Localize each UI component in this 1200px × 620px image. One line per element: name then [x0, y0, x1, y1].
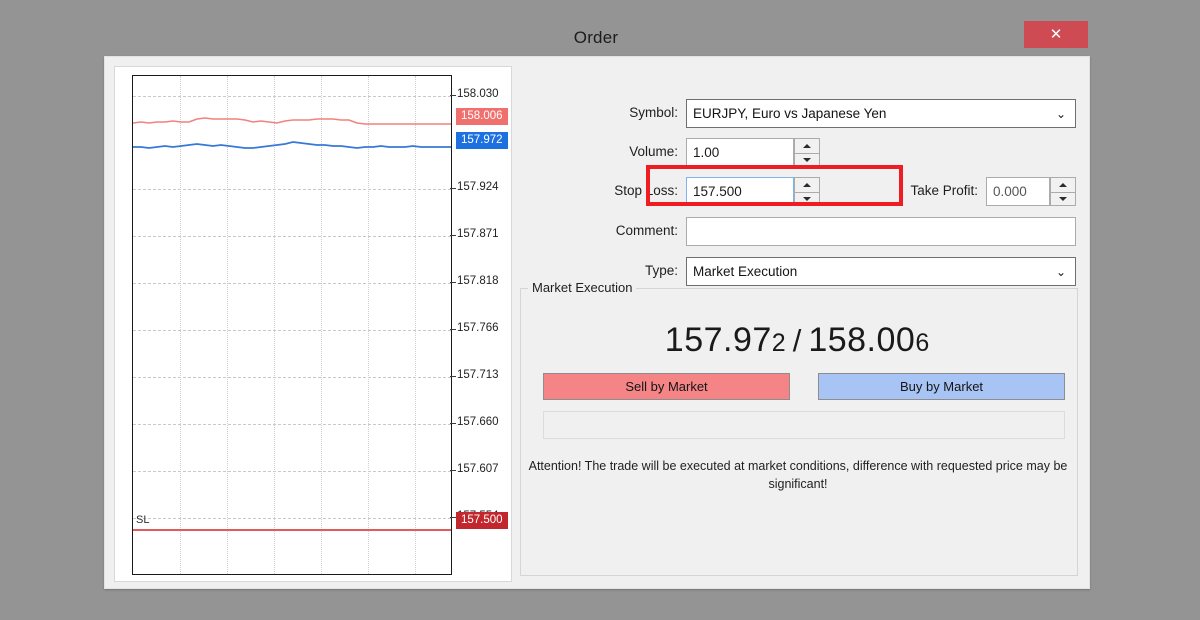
- price-tick: [450, 95, 456, 96]
- take-profit-input[interactable]: 0.000: [986, 177, 1050, 206]
- bid-price-badge: 157.972: [456, 132, 508, 149]
- volume-label: Volume:: [558, 144, 678, 159]
- bid-quote-last: 2: [772, 329, 786, 357]
- ask-quote-main: 158.00: [808, 321, 915, 359]
- attention-message: Attention! The trade will be executed at…: [528, 457, 1068, 493]
- bid-tick-line: [133, 135, 451, 157]
- volume-input[interactable]: 1.00: [686, 138, 794, 167]
- take-profit-stepper[interactable]: [1050, 177, 1076, 206]
- order-form: Symbol: EURJPY, Euro vs Japanese Yen ⌄ V…: [518, 66, 1080, 580]
- close-button[interactable]: ✕: [1024, 21, 1088, 48]
- tick-chart-plot[interactable]: SL: [132, 75, 452, 575]
- price-tick-label: 157.713: [457, 369, 499, 381]
- price-tick: [450, 188, 456, 189]
- buy-by-market-button[interactable]: Buy by Market: [818, 373, 1065, 400]
- volume-stepper[interactable]: [794, 138, 820, 167]
- symbol-label: Symbol:: [558, 105, 678, 120]
- bid-quote-main: 157.97: [665, 321, 772, 359]
- volume-row: Volume: 1.00: [518, 138, 1080, 168]
- stop-loss-stepper[interactable]: [794, 177, 820, 206]
- stop-loss-line: [133, 529, 451, 531]
- order-dialog: Order ✕: [95, 14, 1097, 591]
- ask-tick-line: [133, 111, 451, 133]
- comment-row: Comment:: [518, 217, 1080, 247]
- arrow-down-icon: [803, 158, 811, 162]
- price-scale[interactable]: 158.030 157.924 157.871 157.818 157.766 …: [450, 75, 510, 575]
- comment-label: Comment:: [558, 223, 678, 238]
- price-tick-label: 158.030: [457, 88, 499, 100]
- status-strip: [543, 411, 1065, 439]
- dialog-body: SL 158.030 157.924 157.871 157.818 157.7…: [104, 56, 1090, 589]
- price-tick: [450, 235, 456, 236]
- price-tick: [450, 470, 456, 471]
- price-tick-label: 157.924: [457, 181, 499, 193]
- price-tick: [450, 329, 456, 330]
- take-profit-stepper-down[interactable]: [1051, 192, 1075, 206]
- symbol-row: Symbol: EURJPY, Euro vs Japanese Yen ⌄: [518, 99, 1080, 129]
- stop-loss-chart-label: SL: [136, 514, 149, 526]
- stop-loss-input[interactable]: 157.500: [686, 177, 794, 206]
- ask-price-badge: 158.006: [456, 108, 508, 125]
- quote-separator: /: [786, 323, 809, 358]
- stop-loss-price-badge: 157.500: [456, 512, 508, 529]
- type-select[interactable]: Market Execution ⌄: [686, 257, 1076, 286]
- page-title: Order: [95, 28, 1097, 48]
- stop-loss-stepper-down[interactable]: [795, 192, 819, 206]
- arrow-down-icon: [1059, 197, 1067, 201]
- arrow-up-icon: [1059, 183, 1067, 187]
- symbol-select[interactable]: EURJPY, Euro vs Japanese Yen ⌄: [686, 99, 1076, 128]
- arrow-up-icon: [803, 183, 811, 187]
- sell-by-market-button[interactable]: Sell by Market: [543, 373, 790, 400]
- price-tick-label: 157.818: [457, 275, 499, 287]
- tick-chart-panel: SL 158.030 157.924 157.871 157.818 157.7…: [114, 66, 512, 582]
- take-profit-label: Take Profit:: [848, 183, 978, 198]
- price-tick-label: 157.766: [457, 322, 499, 334]
- arrow-down-icon: [803, 197, 811, 201]
- price-tick: [450, 423, 456, 424]
- volume-stepper-up[interactable]: [795, 139, 819, 154]
- ask-quote-last: 6: [915, 329, 929, 357]
- price-tick-label: 157.660: [457, 416, 499, 428]
- type-label: Type:: [558, 263, 678, 278]
- arrow-up-icon: [803, 144, 811, 148]
- take-profit-stepper-up[interactable]: [1051, 178, 1075, 193]
- type-value: Market Execution: [693, 264, 797, 279]
- close-icon: ✕: [1024, 21, 1088, 48]
- volume-stepper-down[interactable]: [795, 153, 819, 167]
- price-tick: [450, 282, 456, 283]
- price-tick: [450, 376, 456, 377]
- chevron-down-icon: ⌄: [1056, 100, 1066, 129]
- stop-loss-label: Stop Loss:: [558, 183, 678, 198]
- price-tick-label: 157.607: [457, 463, 499, 475]
- quote-display: 157.972/158.006: [518, 321, 1076, 360]
- comment-input[interactable]: [686, 217, 1076, 246]
- price-tick-label: 157.871: [457, 228, 499, 240]
- stop-loss-stepper-up[interactable]: [795, 178, 819, 193]
- chevron-down-icon: ⌄: [1056, 258, 1066, 287]
- market-execution-legend: Market Execution: [528, 280, 636, 295]
- symbol-value: EURJPY, Euro vs Japanese Yen: [693, 106, 886, 121]
- stop-loss-row: Stop Loss: 157.500 Take Profit: 0.000: [518, 177, 1080, 207]
